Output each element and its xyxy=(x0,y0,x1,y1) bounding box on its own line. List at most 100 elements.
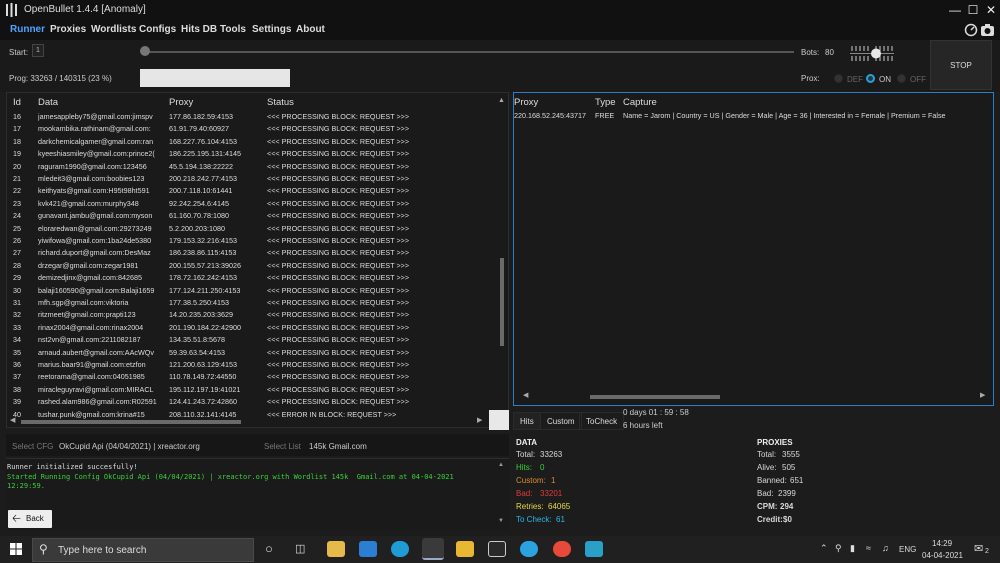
table-row[interactable]: 35 arnaud.aubert@gmail.com:AAcWQv 59.39.63… xyxy=(7,347,497,359)
edge-icon[interactable] xyxy=(391,541,409,557)
tray-chevron-icon[interactable]: ⌃ xyxy=(820,543,828,554)
camera-icon[interactable] xyxy=(980,23,995,37)
volume-icon[interactable]: ♫ xyxy=(882,543,889,553)
start-input[interactable]: 1 xyxy=(32,44,44,57)
column-header-data[interactable]: Data xyxy=(38,97,58,108)
column-header-capture[interactable]: Capture xyxy=(623,97,657,108)
epic-games-icon[interactable] xyxy=(488,541,506,557)
proxy-off-radio[interactable] xyxy=(897,74,906,83)
table-row[interactable]: 29 demizedjinx@gmail.com:842685 178.72.162… xyxy=(7,272,497,284)
runner-data-grid[interactable]: Id Data Proxy Status 16 jamesappleby75@gm… xyxy=(6,92,509,428)
table-row[interactable]: 33 rinax2004@gmail.com:rinax2004 201.190.1… xyxy=(7,322,497,334)
table-row[interactable]: 32 ritzmeet@gmail.com:prapti123 14.20.235.… xyxy=(7,309,497,321)
language-indicator[interactable]: ENG xyxy=(899,545,916,554)
table-row[interactable]: 28 drzegar@gmail.com:zegar1981 200.155.57.… xyxy=(7,260,497,272)
taskbar-search-input[interactable]: ⚲ Type here to search xyxy=(32,538,254,562)
scroll-left-arrow-icon[interactable]: ◀ xyxy=(10,416,15,424)
table-row[interactable]: 21 mledeit3@gmail.com:boobies123 200.218.2… xyxy=(7,173,497,185)
table-row[interactable]: 25 eloraredwan@gmail.com:29273249 5.2.200.… xyxy=(7,223,497,235)
capture-row[interactable]: 220.168.52.245:43717 FREE Name = Jarom |… xyxy=(514,110,984,122)
data-stat-value: 64065 xyxy=(548,502,571,511)
menu-proxies[interactable]: Proxies xyxy=(50,24,86,35)
log-scroll-down-icon[interactable]: ▼ xyxy=(498,518,504,524)
capture-grid[interactable]: Proxy Type Capture 220.168.52.245:43717 … xyxy=(513,92,994,406)
menu-about[interactable]: About xyxy=(296,24,325,35)
table-row[interactable]: 27 richard.duport@gmail.com:DesMaz 186.238… xyxy=(7,247,497,259)
back-button[interactable]: 🡠 Back xyxy=(8,510,52,528)
notifications-icon[interactable]: ✉ xyxy=(974,542,983,555)
stop-button[interactable]: STOP xyxy=(930,40,992,90)
telegram-icon[interactable] xyxy=(520,541,538,557)
mail-icon[interactable] xyxy=(359,541,377,557)
menu-wordlists[interactable]: Wordlists xyxy=(91,24,136,35)
store-icon[interactable] xyxy=(327,541,345,557)
cortana-icon[interactable]: ○ xyxy=(265,541,273,556)
chrome-icon[interactable] xyxy=(553,541,571,557)
gauge-icon[interactable] xyxy=(964,23,978,37)
row-status: <<< PROCESSING BLOCK: REQUEST >>> xyxy=(267,347,410,357)
minimize-button[interactable]: — xyxy=(947,2,963,18)
file-explorer-icon[interactable] xyxy=(456,541,474,557)
scroll-right-arrow-icon[interactable]: ▶ xyxy=(477,416,482,424)
table-row[interactable]: 34 nst2vn@gmail.com:2211082187 134.35.51.8… xyxy=(7,334,497,346)
menu-runner[interactable]: Runner xyxy=(10,24,45,35)
table-row[interactable]: 24 gunavant.jambu@gmail.com:myson 61.160.7… xyxy=(7,210,497,222)
bots-value: 80 xyxy=(825,48,834,57)
table-row[interactable]: 39 rashed.alam986@gmail.com:R02591 124.41.… xyxy=(7,396,497,408)
select-list-button[interactable]: Select List xyxy=(264,442,301,451)
proxy-default-radio[interactable] xyxy=(834,74,843,83)
proxy-on-radio[interactable] xyxy=(866,74,875,83)
column-header-proxy[interactable]: Proxy xyxy=(169,97,193,108)
vertical-scroll-thumb[interactable] xyxy=(500,258,504,346)
tab-hits[interactable]: Hits xyxy=(513,412,541,430)
column-header-id[interactable]: Id xyxy=(13,97,21,108)
wifi-icon[interactable]: ≈ xyxy=(866,543,871,553)
table-row[interactable]: 19 kyeeshiasmiley@gmail.com:prince2(186.2… xyxy=(7,148,497,160)
scroll-right-arrow-icon[interactable]: ▶ xyxy=(980,391,985,399)
maximize-button[interactable]: ☐ xyxy=(965,2,981,18)
data-stat-value: 0 xyxy=(540,463,545,472)
app-icon[interactable] xyxy=(585,541,603,557)
clock-time[interactable]: 14:29 xyxy=(932,539,952,548)
menu-hits-db[interactable]: Hits DB xyxy=(181,24,217,35)
table-row[interactable]: 17 mookambika.rathinam@gmail.com: 61.91.79… xyxy=(7,123,497,135)
table-row[interactable]: 22 keithyats@gmail.com:H95t98ht591 200.7.1… xyxy=(7,185,497,197)
row-status: <<< PROCESSING BLOCK: REQUEST >>> xyxy=(267,161,410,171)
start-slider-knob[interactable] xyxy=(140,46,150,56)
windows-start-icon[interactable] xyxy=(10,543,22,555)
table-row[interactable]: 23 kvk421@gmail.com:murphy348 92.242.254.6… xyxy=(7,198,497,210)
column-header-proxy[interactable]: Proxy xyxy=(514,97,538,108)
column-header-status[interactable]: Status xyxy=(267,97,294,108)
table-row[interactable]: 31 mfh.sgp@gmail.com:viktoria 177.38.5.250… xyxy=(7,297,497,309)
menu-tools[interactable]: Tools xyxy=(220,24,246,35)
tab-tocheck[interactable]: ToCheck xyxy=(579,412,625,430)
table-row[interactable]: 30 balaji160590@gmail.com:Balaji1659 177.1… xyxy=(7,285,497,297)
menu-settings[interactable]: Settings xyxy=(252,24,291,35)
bots-dial[interactable] xyxy=(850,42,894,64)
horizontal-scroll-thumb[interactable] xyxy=(21,420,241,424)
table-row[interactable]: 36 marius.baar91@gmail.com:etzfon 121.200.… xyxy=(7,359,497,371)
table-row[interactable]: 38 miracleguyravi@gmail.com:MIRACL 195.112… xyxy=(7,384,497,396)
row-data: jamesappleby75@gmail.com:jimspv xyxy=(38,112,153,121)
log-scroll-up-icon[interactable]: ▲ xyxy=(498,462,504,468)
clock-date[interactable]: 04-04-2021 xyxy=(922,551,963,560)
select-config-button[interactable]: Select CFG xyxy=(12,442,53,451)
battery-icon[interactable]: ▮ xyxy=(850,543,855,554)
task-view-icon[interactable]: ◫ xyxy=(295,542,305,555)
vertical-scrollbar[interactable]: ▲ xyxy=(497,97,507,415)
table-row[interactable]: 16 jamesappleby75@gmail.com:jimspv 177.86.… xyxy=(7,111,497,123)
close-button[interactable]: ✕ xyxy=(983,2,999,18)
capture-horizontal-scroll-thumb[interactable] xyxy=(590,395,720,399)
table-row[interactable]: 18 darkchemicalgamer@gmail.com:ran 168.227… xyxy=(7,136,497,148)
table-row[interactable]: 26 yiwifowa@gmail.com:1ba24de5380 179.153.… xyxy=(7,235,497,247)
table-row[interactable]: 37 reetorama@gmail.com:04051985 110.78.149… xyxy=(7,371,497,383)
network-icon[interactable]: ⚲ xyxy=(835,543,842,554)
scroll-up-arrow-icon[interactable]: ▲ xyxy=(498,97,505,104)
tab-custom[interactable]: Custom xyxy=(540,412,582,430)
table-row[interactable]: 20 raguram1990@gmail.com:123456 45.5.194.1… xyxy=(7,161,497,173)
start-slider-track[interactable] xyxy=(144,51,794,53)
openbullet-taskbar-icon[interactable] xyxy=(422,538,444,560)
scroll-left-arrow-icon[interactable]: ◀ xyxy=(523,391,528,399)
column-header-type[interactable]: Type xyxy=(595,97,616,108)
menu-configs[interactable]: Configs xyxy=(139,24,176,35)
